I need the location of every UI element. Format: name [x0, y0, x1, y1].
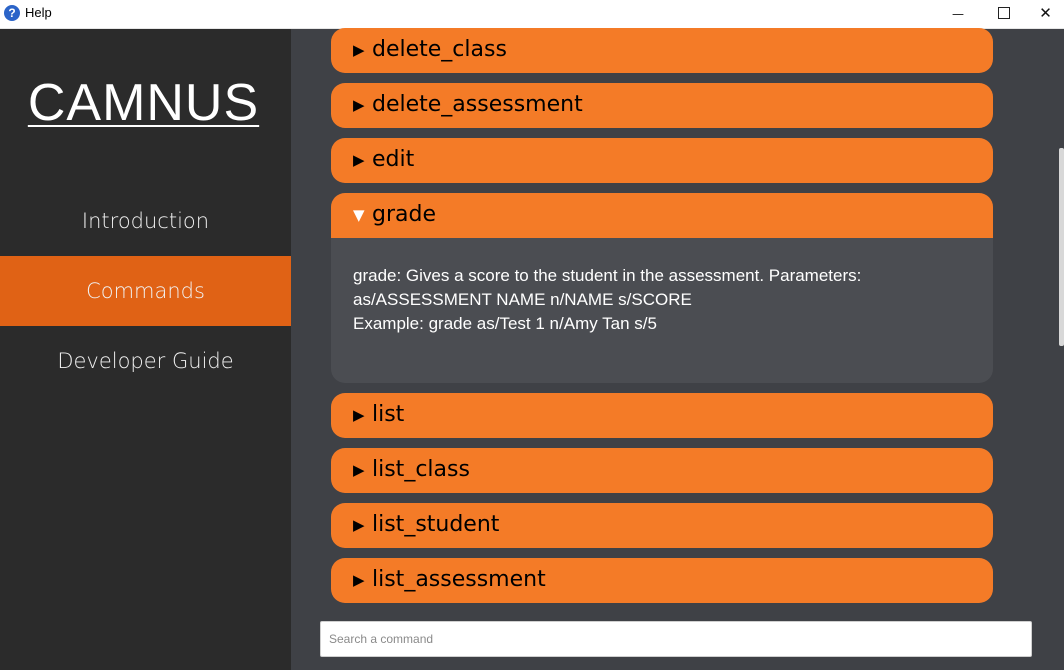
- expand-arrow-icon: ▶: [353, 151, 365, 169]
- command-description: grade: Gives a score to the student in t…: [353, 266, 862, 285]
- command-label: delete_assessment: [372, 92, 583, 117]
- sidebar-item-commands[interactable]: Commands: [0, 256, 291, 326]
- command-item-list-assessment[interactable]: ▶ list_assessment: [331, 558, 993, 603]
- sidebar: CAMNUS Introduction Commands Developer G…: [0, 29, 291, 670]
- window-title: Help: [25, 5, 52, 20]
- expand-arrow-icon: ▶: [353, 516, 365, 534]
- expand-arrow-icon: ▶: [353, 406, 365, 424]
- close-icon: ✕: [1039, 4, 1052, 22]
- close-button[interactable]: ✕: [1027, 0, 1064, 28]
- vertical-scrollbar[interactable]: [1057, 29, 1064, 670]
- scrollbar-thumb[interactable]: [1059, 148, 1064, 346]
- command-item-grade[interactable]: ▼ grade: [331, 193, 993, 238]
- minimize-button[interactable]: —: [935, 0, 981, 28]
- commands-panel: ▶ delete_class ▶ delete_assessment ▶ edi…: [291, 28, 1064, 670]
- command-item-delete-class[interactable]: ▶ delete_class: [331, 28, 993, 73]
- collapse-arrow-icon: ▼: [353, 206, 365, 224]
- command-example: Example: grade as/Test 1 n/Amy Tan s/5: [353, 314, 657, 333]
- command-detail-grade: grade: Gives a score to the student in t…: [331, 238, 993, 383]
- maximize-icon: [998, 6, 1010, 19]
- expand-arrow-icon: ▶: [353, 41, 365, 59]
- maximize-button[interactable]: [981, 0, 1027, 28]
- command-label: list_student: [372, 512, 500, 537]
- command-label: delete_class: [372, 37, 507, 62]
- expand-arrow-icon: ▶: [353, 461, 365, 479]
- expand-arrow-icon: ▶: [353, 96, 365, 114]
- command-item-list-class[interactable]: ▶ list_class: [331, 448, 993, 493]
- window-title-bar: ? Help — ✕: [0, 0, 1064, 29]
- command-parameters: as/ASSESSMENT NAME n/NAME s/SCORE: [353, 290, 692, 309]
- command-item-list-student[interactable]: ▶ list_student: [331, 503, 993, 548]
- command-item-list[interactable]: ▶ list: [331, 393, 993, 438]
- command-label: edit: [372, 147, 415, 172]
- minimize-icon: —: [952, 7, 964, 21]
- command-label: grade: [372, 202, 436, 227]
- command-label: list_assessment: [372, 567, 546, 592]
- command-item-delete-assessment[interactable]: ▶ delete_assessment: [331, 83, 993, 128]
- expand-arrow-icon: ▶: [353, 571, 365, 589]
- command-label: list: [372, 402, 405, 427]
- search-command-input[interactable]: [320, 621, 1032, 657]
- sidebar-item-introduction[interactable]: Introduction: [0, 186, 291, 256]
- help-app-icon: ?: [4, 5, 20, 21]
- command-label: list_class: [372, 457, 470, 482]
- brand-logo: CAMNUS: [27, 74, 260, 132]
- command-item-edit[interactable]: ▶ edit: [331, 138, 993, 183]
- sidebar-item-developer-guide[interactable]: Developer Guide: [0, 326, 291, 396]
